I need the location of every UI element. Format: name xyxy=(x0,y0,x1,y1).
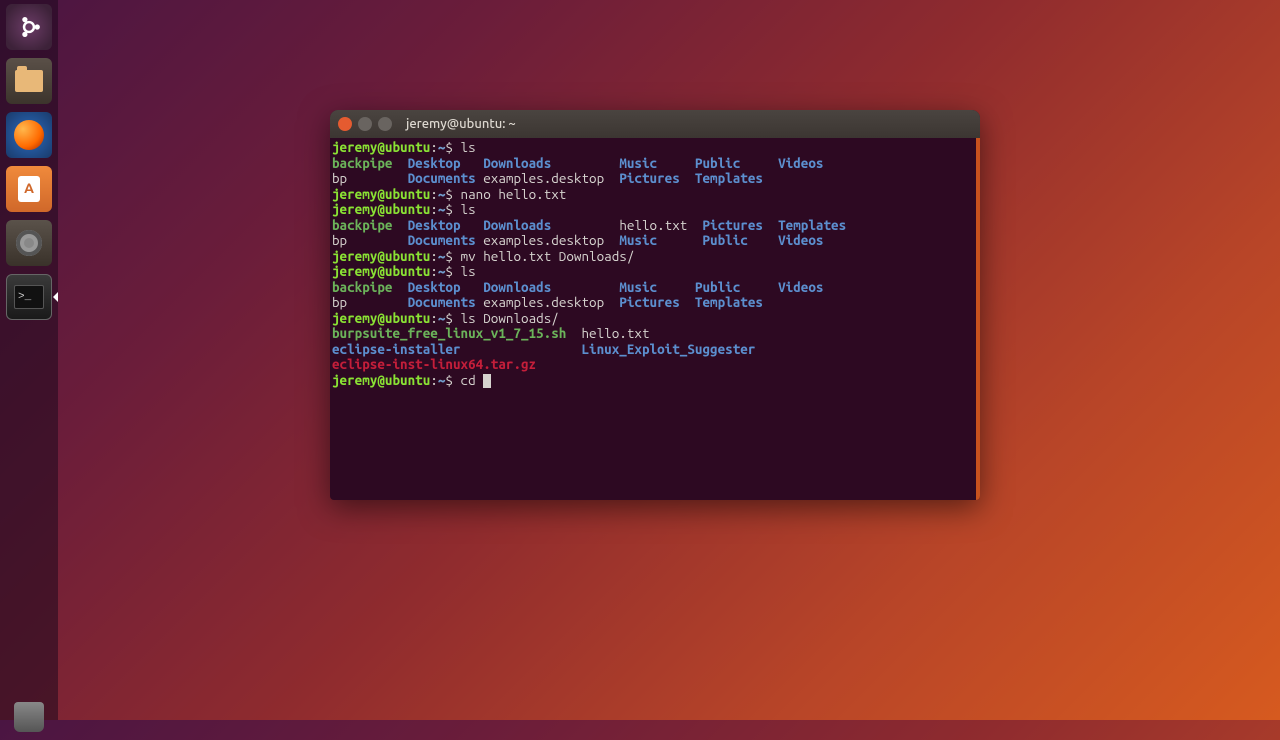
settings-button[interactable] xyxy=(6,220,52,266)
firefox-button[interactable] xyxy=(6,112,52,158)
titlebar[interactable]: jeremy@ubuntu: ~ xyxy=(330,110,980,138)
terminal-button[interactable]: >_ xyxy=(6,274,52,320)
close-button[interactable] xyxy=(338,117,352,131)
launcher: >_ xyxy=(0,0,58,720)
ubuntu-logo-icon xyxy=(15,13,43,41)
shopping-bag-icon xyxy=(18,176,40,202)
dash-home-button[interactable] xyxy=(6,4,52,50)
trash-icon xyxy=(14,702,44,732)
terminal-body[interactable]: jeremy@ubuntu:~$ ls backpipe Desktop Dow… xyxy=(330,138,980,500)
gear-icon xyxy=(16,230,42,256)
folder-icon xyxy=(15,70,43,92)
trash-button[interactable] xyxy=(6,694,52,740)
window-title: jeremy@ubuntu: ~ xyxy=(406,117,516,131)
terminal-icon: >_ xyxy=(14,285,44,309)
files-button[interactable] xyxy=(6,58,52,104)
maximize-button[interactable] xyxy=(378,117,392,131)
terminal-window: jeremy@ubuntu: ~ jeremy@ubuntu:~$ ls bac… xyxy=(330,110,980,500)
software-center-button[interactable] xyxy=(6,166,52,212)
minimize-button[interactable] xyxy=(358,117,372,131)
firefox-icon xyxy=(14,120,44,150)
